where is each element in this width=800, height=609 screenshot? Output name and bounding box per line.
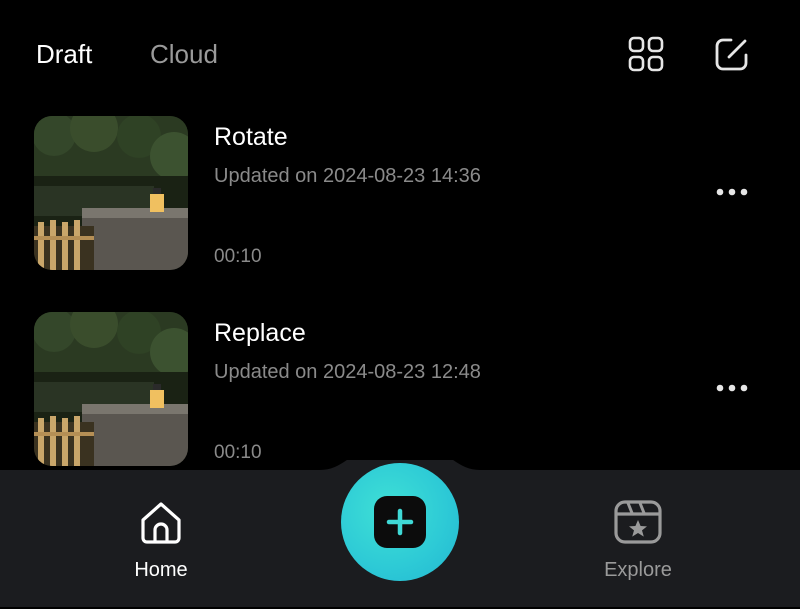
- draft-title: Replace: [214, 319, 306, 347]
- more-horizontal-icon: [716, 384, 748, 392]
- tab-draft[interactable]: Draft: [36, 38, 92, 70]
- nav-home-label: Home: [134, 559, 188, 581]
- more-horizontal-icon: [716, 188, 748, 196]
- create-button-inner: [374, 496, 426, 548]
- tab-cloud[interactable]: Cloud: [150, 38, 218, 70]
- home-icon: [141, 502, 181, 544]
- draft-updated-time: Updated on 2024-08-23 12:48: [214, 361, 481, 383]
- edit-button[interactable]: [714, 36, 750, 72]
- draft-duration: 00:10: [214, 246, 262, 267]
- thumbnail-image: [34, 116, 188, 270]
- more-options-button[interactable]: [712, 376, 752, 400]
- draft-item[interactable]: Rotate Updated on 2024-08-23 14:36 00:10: [0, 108, 800, 270]
- nav-home[interactable]: Home: [101, 496, 221, 586]
- explore-icon: [614, 500, 662, 544]
- create-project-button[interactable]: [341, 463, 459, 581]
- draft-item[interactable]: Replace Updated on 2024-08-23 12:48 00:1…: [0, 304, 800, 466]
- grid-view-button[interactable]: [628, 36, 664, 72]
- plus-icon: [386, 508, 414, 536]
- grid-view-icon: [628, 36, 664, 72]
- draft-title: Rotate: [214, 123, 288, 151]
- nav-explore[interactable]: Explore: [578, 496, 698, 586]
- edit-square-icon: [715, 38, 748, 71]
- top-tab-bar: Draft Cloud: [0, 0, 800, 108]
- draft-updated-time: Updated on 2024-08-23 14:36: [214, 165, 481, 187]
- draft-thumbnail[interactable]: [34, 116, 188, 270]
- nav-explore-label: Explore: [604, 559, 672, 581]
- thumbnail-image: [34, 312, 188, 466]
- draft-thumbnail[interactable]: [34, 312, 188, 466]
- more-options-button[interactable]: [712, 180, 752, 204]
